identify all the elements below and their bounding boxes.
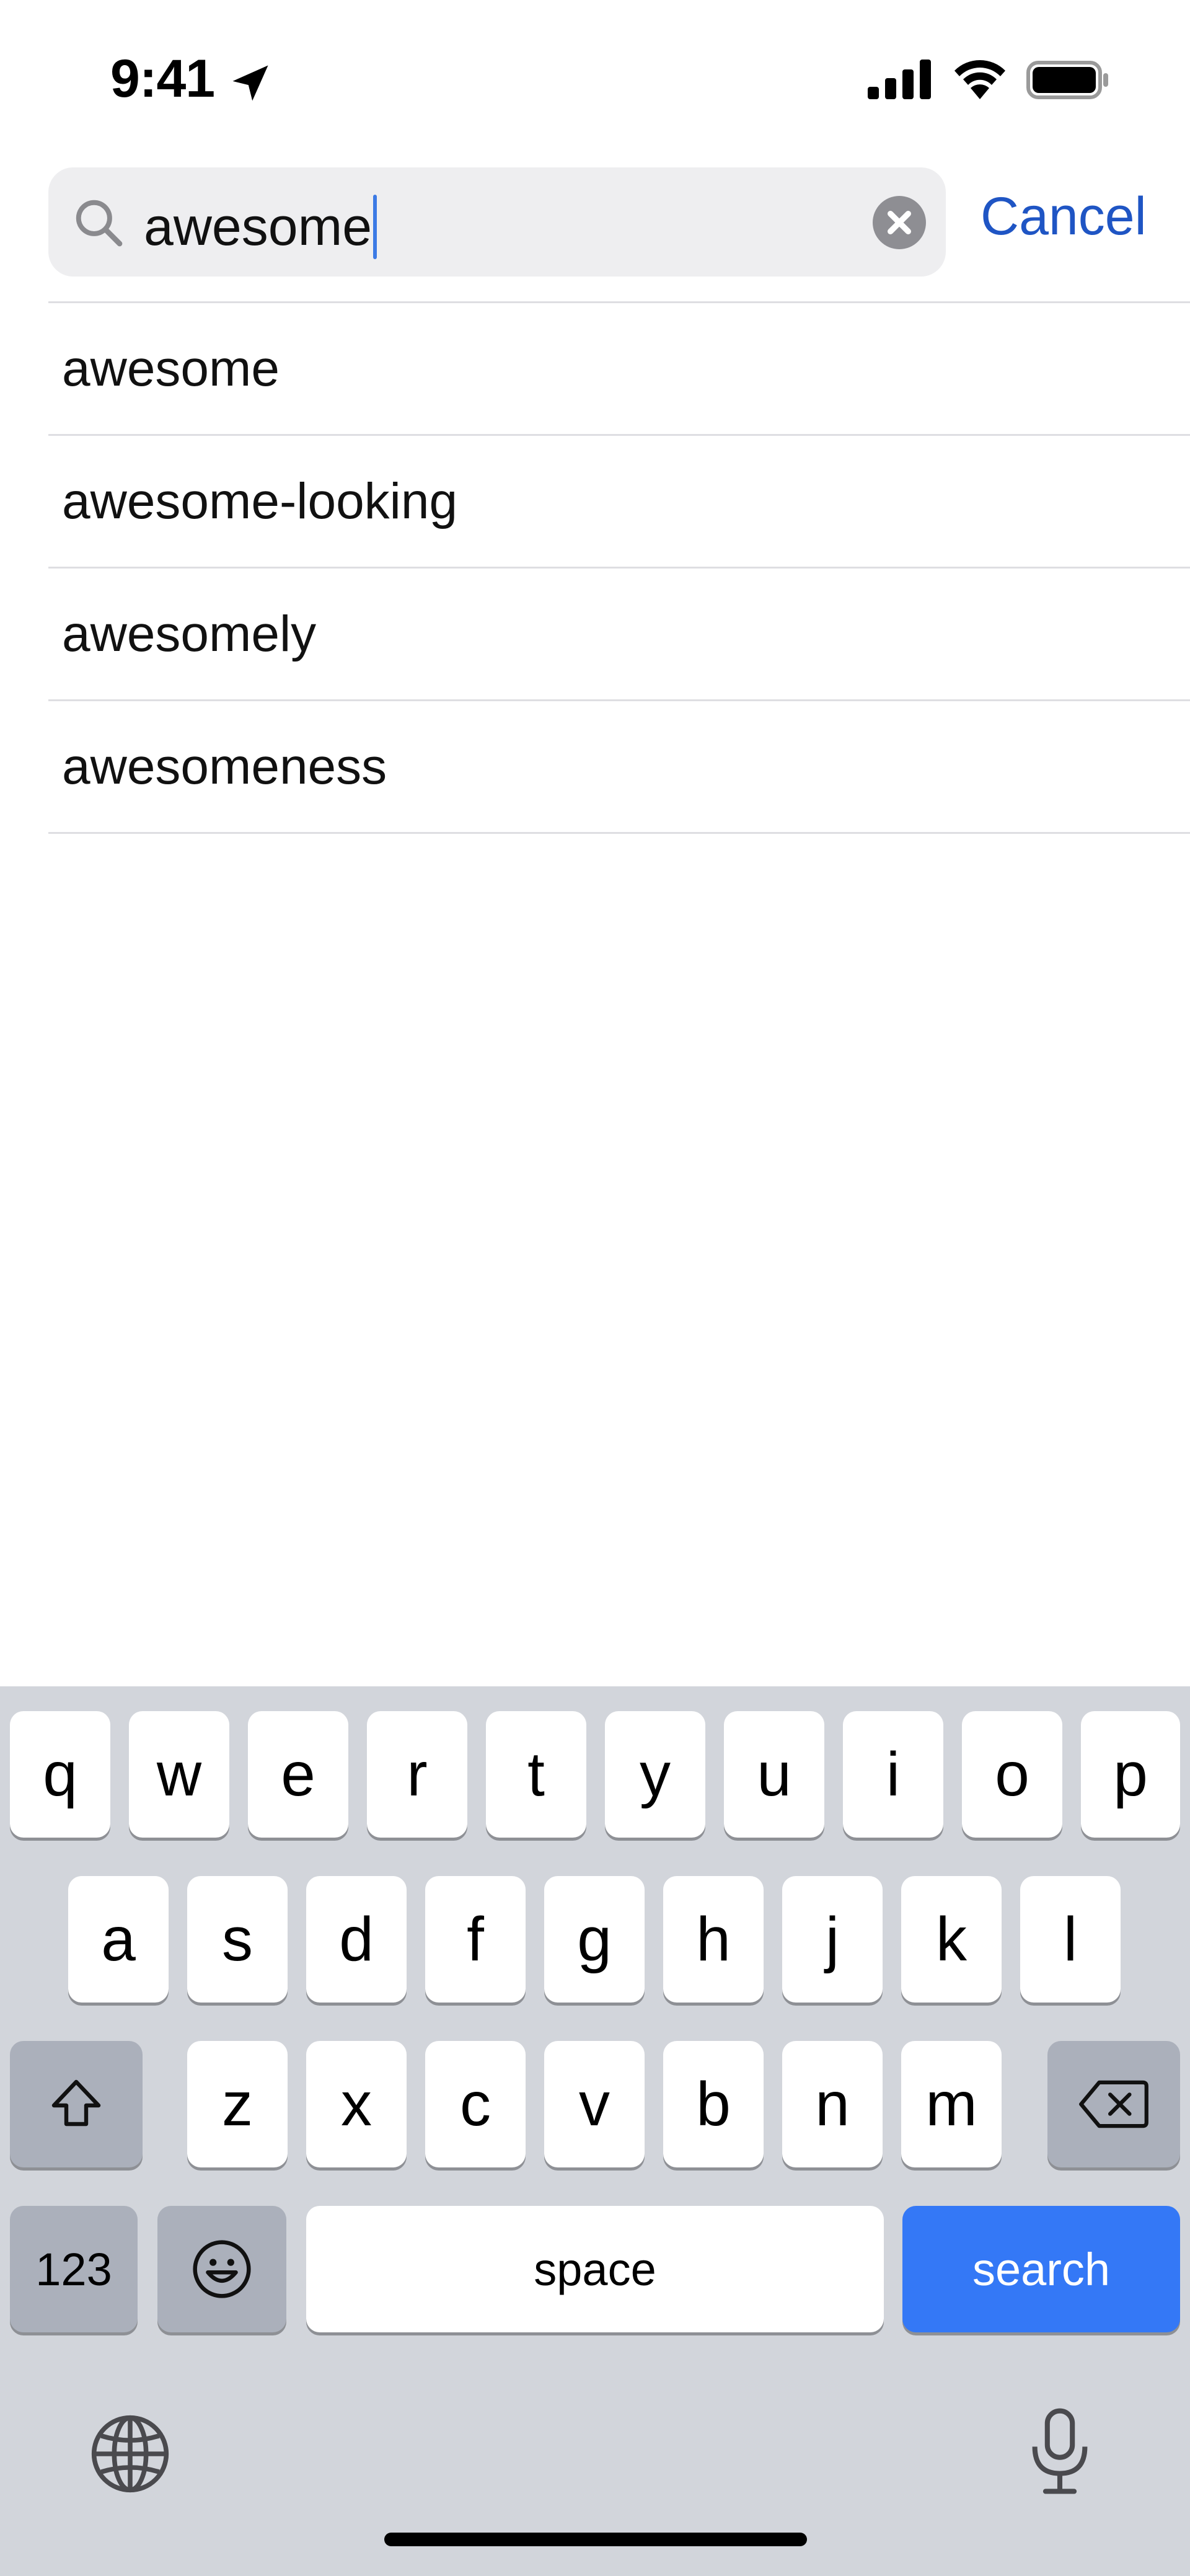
key-l[interactable]: l <box>1020 1876 1121 2003</box>
key-s[interactable]: s <box>187 1876 288 2003</box>
key-z[interactable]: z <box>187 2041 288 2167</box>
key-x[interactable]: x <box>306 2041 407 2167</box>
suggestion-item[interactable]: awesome-looking <box>48 434 1190 567</box>
status-bar: 9:41 <box>0 0 1190 155</box>
keyboard: q w e r t y u i o p a s d f g h j k l z … <box>0 1686 1190 2576</box>
search-query-text: awesome <box>144 197 372 257</box>
home-indicator[interactable] <box>384 2533 807 2546</box>
search-field[interactable]: awesome <box>48 167 946 277</box>
clear-x-icon <box>888 211 911 234</box>
key-r[interactable]: r <box>367 1711 467 1838</box>
key-p[interactable]: p <box>1081 1711 1180 1838</box>
clear-search-button[interactable] <box>873 196 926 249</box>
key-f[interactable]: f <box>425 1876 526 2003</box>
key-o[interactable]: o <box>962 1711 1062 1838</box>
key-d[interactable]: d <box>306 1876 407 2003</box>
search-input[interactable]: awesome <box>144 195 377 259</box>
cellular-signal-icon <box>868 60 931 99</box>
key-y[interactable]: y <box>605 1711 705 1838</box>
shift-key[interactable] <box>10 2041 143 2167</box>
suggestion-item[interactable]: awesomely <box>48 567 1190 699</box>
key-n[interactable]: n <box>782 2041 883 2167</box>
battery-icon <box>1026 61 1108 99</box>
key-t[interactable]: t <box>486 1711 586 1838</box>
key-q[interactable]: q <box>10 1711 110 1838</box>
key-b[interactable]: b <box>663 2041 764 2167</box>
key-j[interactable]: j <box>782 1876 883 2003</box>
key-c[interactable]: c <box>425 2041 526 2167</box>
key-v[interactable]: v <box>544 2041 645 2167</box>
microphone-icon[interactable] <box>1016 2406 1103 2499</box>
suggestion-item[interactable]: awesomeness <box>48 699 1190 834</box>
key-g[interactable]: g <box>544 1876 645 2003</box>
key-h[interactable]: h <box>663 1876 764 2003</box>
key-w[interactable]: w <box>129 1711 229 1838</box>
backspace-icon <box>1079 2080 1148 2128</box>
status-time: 9:41 <box>110 49 215 108</box>
wifi-icon <box>954 60 1005 99</box>
shift-arrow-icon <box>51 2079 101 2127</box>
key-a[interactable]: a <box>68 1876 169 2003</box>
key-e[interactable]: e <box>248 1711 348 1838</box>
globe-icon[interactable] <box>87 2410 174 2497</box>
emoji-icon <box>193 2240 251 2298</box>
emoji-key[interactable] <box>157 2206 286 2332</box>
delete-key[interactable] <box>1047 2041 1180 2167</box>
key-u[interactable]: u <box>724 1711 824 1838</box>
cancel-button[interactable]: Cancel <box>981 186 1147 247</box>
space-key[interactable]: space <box>306 2206 884 2332</box>
key-k[interactable]: k <box>901 1876 1002 2003</box>
suggestion-list: awesome awesome-looking awesomely awesom… <box>48 301 1190 834</box>
numbers-key[interactable]: 123 <box>10 2206 138 2332</box>
search-icon <box>76 200 123 247</box>
text-cursor <box>373 195 377 259</box>
key-i[interactable]: i <box>843 1711 943 1838</box>
search-key[interactable]: search <box>902 2206 1180 2332</box>
suggestion-item[interactable]: awesome <box>48 301 1190 434</box>
key-m[interactable]: m <box>901 2041 1002 2167</box>
location-arrow-icon <box>232 65 268 101</box>
